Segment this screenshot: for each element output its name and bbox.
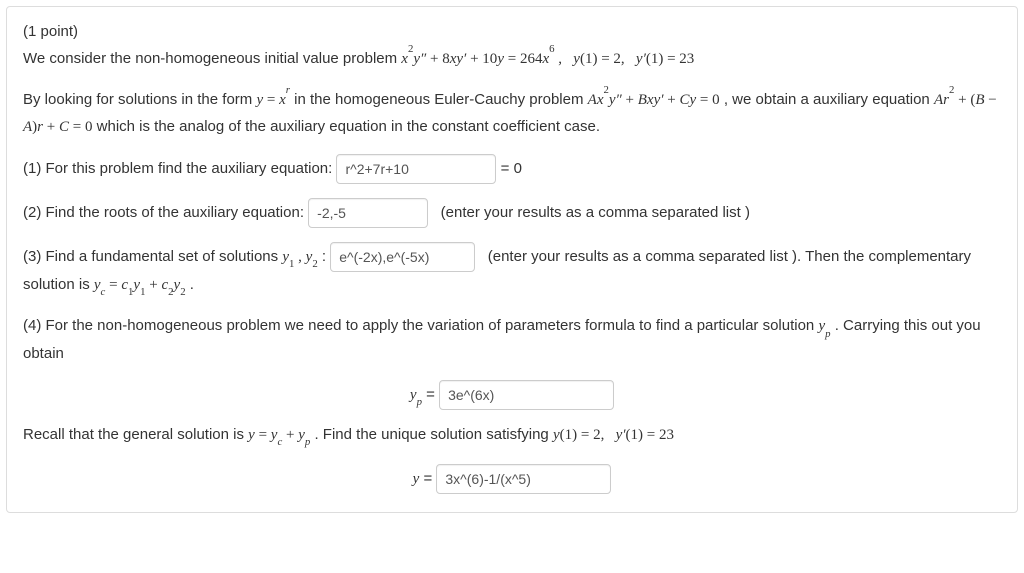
q2-input[interactable] [308,198,428,228]
ivp-equation: x2y″ + 8xy′ + 10y = 264x6 , y(1) = 2, y′… [401,51,694,67]
q3-input[interactable] [330,242,475,272]
q2-label: (2) Find the roots of the auxiliary equa… [23,204,308,221]
yp-equals: = [426,386,439,403]
q4-text-1: (4) For the non-homogeneous problem we n… [23,317,818,334]
explain-text-1: By looking for solutions in the form [23,91,256,108]
question-2: (2) Find the roots of the auxiliary equa… [23,198,1001,228]
intro-text: We consider the non-homogeneous initial … [23,50,401,67]
y-label: y [413,471,420,487]
general-eq: y = yc + yp [248,427,310,443]
ic-eq: y(1) = 2, y′(1) = 23 [553,427,674,443]
form-eq: y = xr [256,92,290,108]
problem-container: (1 point) We consider the non-homogeneou… [6,6,1018,513]
question-3: (3) Find a fundamental set of solutions … [23,242,1001,299]
explain-text-2: in the homogeneous Euler-Cauchy problem [294,91,588,108]
q3-colon: : [322,248,330,265]
points-label: (1 point) [23,23,78,40]
recall-paragraph: Recall that the general solution is y = … [23,422,1001,449]
explain-text-4: which is the analog of the auxiliary equ… [97,118,600,135]
yp-symbol: yp [818,318,830,334]
y-equation-row: y = [23,464,1001,494]
q1-label: (1) For this problem find the auxiliary … [23,160,336,177]
explain-text-3: , we obtain a auxiliary equation [724,91,934,108]
yp-equation-row: yp = [23,380,1001,410]
intro-paragraph: (1 point) We consider the non-homogeneou… [23,19,1001,72]
question-1: (1) For this problem find the auxiliary … [23,154,1001,184]
recall-b: . Find the unique solution satisfying [314,426,552,443]
complementary-eq: yc = c1y1 + c2y2 [94,277,186,293]
q1-input[interactable] [336,154,496,184]
q1-eq-zero: = 0 [501,160,522,177]
y-input[interactable] [436,464,611,494]
y-equals: = [423,470,436,487]
yp-label: yp [410,387,422,403]
yp-input[interactable] [439,380,614,410]
explanation-paragraph: By looking for solutions in the form y =… [23,86,1001,140]
recall-a: Recall that the general solution is [23,426,248,443]
q3-label-a: (3) Find a fundamental set of solutions [23,248,282,265]
q2-hint: (enter your results as a comma separated… [441,204,750,221]
question-4-text: (4) For the non-homogeneous problem we n… [23,313,1001,366]
euler-cauchy-eq: Ax2y″ + Bxy′ + Cy = 0 [588,92,720,108]
q3-period: . [190,276,194,293]
y1-y2: y1 , y2 [282,249,317,265]
